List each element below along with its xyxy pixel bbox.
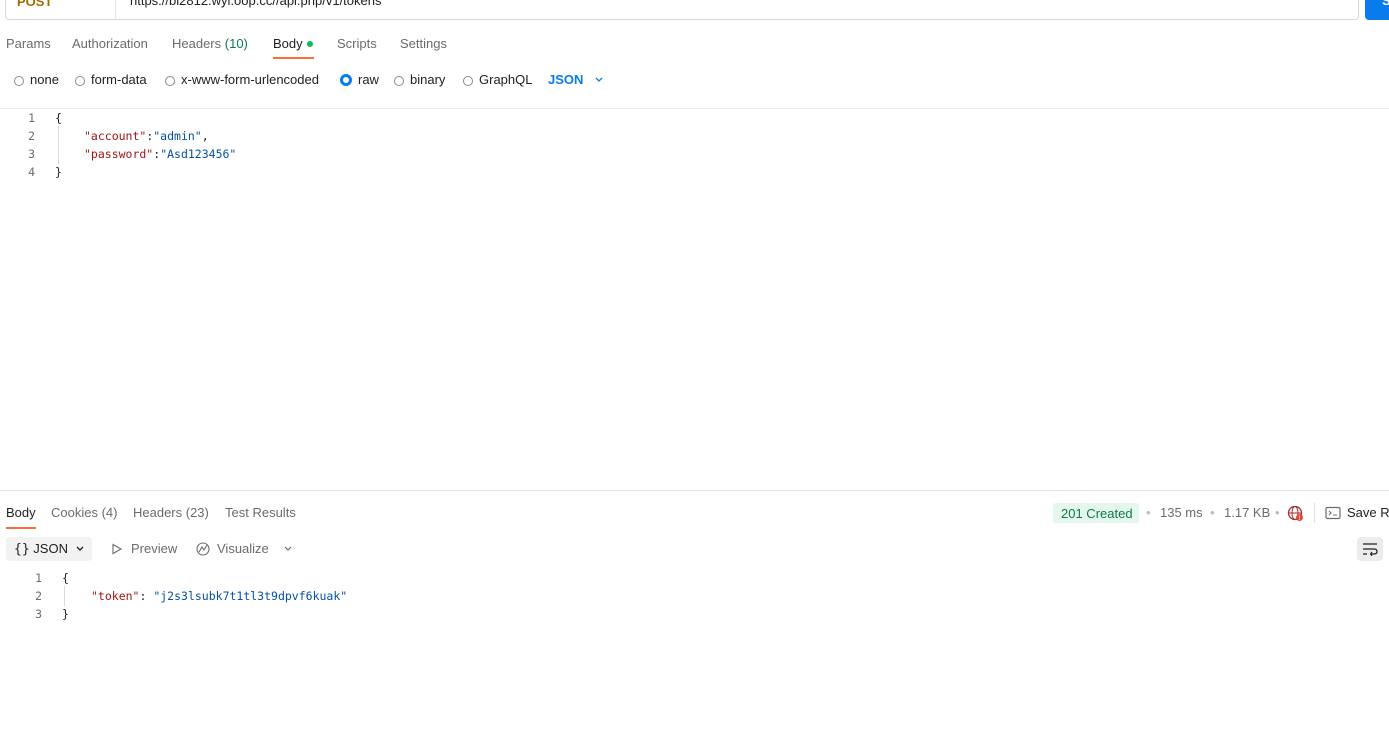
tab-headers-label: Headers	[172, 36, 222, 51]
response-tab-headers[interactable]: Headers (23)	[133, 505, 209, 520]
tab-params[interactable]: Params	[6, 36, 51, 51]
send-button[interactable]: S	[1365, 0, 1389, 20]
chevron-down-icon[interactable]	[283, 544, 293, 554]
radio-icon	[165, 76, 175, 86]
visualize-icon	[196, 542, 210, 556]
json-value: "j2s3lsubk7t1tl3t9dpvf6kuak"	[153, 589, 348, 603]
network-globe-icon[interactable]: !	[1287, 505, 1304, 522]
body-format-select[interactable]: JSON	[548, 72, 583, 87]
indent-guide	[58, 126, 59, 164]
radio-form-data[interactable]: form-data	[75, 72, 147, 87]
radio-urlencoded[interactable]: x-www-form-urlencoded	[165, 72, 319, 87]
url-input[interactable]: https://bl2812.wyl.oop.cc//api.php/v1/to…	[130, 0, 382, 8]
line-number: 1	[35, 571, 42, 585]
radio-form-data-label: form-data	[91, 72, 147, 87]
save-response-icon[interactable]	[1325, 506, 1341, 520]
indent-guide	[64, 586, 65, 606]
svg-text:!: !	[1298, 515, 1300, 522]
preview-button[interactable]: Preview	[131, 541, 177, 556]
status-text: 201 Created	[1061, 506, 1133, 521]
response-time[interactable]: 135 ms	[1160, 505, 1203, 520]
tab-authorization[interactable]: Authorization	[72, 36, 148, 51]
response-tab-body[interactable]: Body	[6, 505, 36, 520]
radio-icon	[394, 76, 404, 86]
response-tab-cookies[interactable]: Cookies (4)	[51, 505, 117, 520]
code-line[interactable]: "account":"admin",	[84, 129, 209, 143]
divider	[1314, 503, 1315, 523]
wrap-lines-button[interactable]	[1357, 537, 1383, 561]
code-brace: }	[55, 165, 62, 179]
tab-settings[interactable]: Settings	[400, 36, 447, 51]
active-tab-indicator	[6, 527, 36, 529]
modified-dot-icon	[306, 41, 313, 47]
send-label: S	[1382, 0, 1389, 8]
line-number: 3	[35, 607, 42, 621]
method-select[interactable]: POST	[17, 0, 52, 9]
divider	[0, 108, 1389, 109]
chevron-down-icon[interactable]	[594, 75, 604, 85]
radio-graphql[interactable]: GraphQL	[463, 72, 532, 87]
tab-body[interactable]: Body	[273, 36, 313, 51]
line-number: 3	[28, 147, 35, 161]
chevron-down-icon	[76, 546, 84, 551]
json-key: "account"	[84, 129, 147, 143]
visualize-button[interactable]: Visualize	[217, 541, 269, 556]
code-line[interactable]: "password":"Asd123456"	[84, 147, 236, 161]
code-line[interactable]: "token": "j2s3lsubk7t1tl3t9dpvf6kuak"	[91, 589, 347, 603]
response-tab-test-results[interactable]: Test Results	[225, 505, 296, 520]
radio-binary[interactable]: binary	[394, 72, 445, 87]
separator-dot: •	[1275, 505, 1280, 520]
json-value: "admin"	[153, 129, 202, 143]
radio-raw-label: raw	[358, 72, 379, 87]
radio-icon	[75, 76, 85, 86]
save-response-button[interactable]: Save Re	[1347, 505, 1389, 520]
radio-raw[interactable]: raw	[340, 72, 379, 87]
radio-binary-label: binary	[410, 72, 446, 87]
pane-splitter[interactable]	[0, 490, 1389, 491]
line-number: 4	[28, 165, 35, 179]
response-format-select[interactable]: {} JSON	[6, 537, 92, 561]
tab-headers[interactable]: Headers (10)	[172, 36, 248, 51]
radio-icon	[14, 76, 24, 86]
code-brace: {	[62, 571, 69, 585]
status-badge[interactable]: 201 Created	[1053, 503, 1139, 523]
line-number: 2	[35, 589, 42, 603]
play-icon	[112, 543, 123, 555]
code-brace: {	[55, 111, 62, 125]
separator-dot: •	[1146, 505, 1151, 520]
braces-icon: {}	[14, 542, 30, 557]
json-key: "password"	[84, 147, 154, 161]
url-divider	[115, 0, 116, 20]
radio-none[interactable]: none	[14, 72, 59, 87]
tab-headers-count: (10)	[224, 36, 248, 51]
wrap-lines-icon	[1363, 543, 1378, 556]
tab-scripts[interactable]: Scripts	[337, 36, 377, 51]
radio-graphql-label: GraphQL	[479, 72, 533, 87]
json-key: "token"	[91, 589, 140, 603]
separator-dot: •	[1210, 505, 1215, 520]
response-size[interactable]: 1.17 KB	[1224, 505, 1270, 520]
code-brace: }	[62, 607, 69, 621]
tab-body-label: Body	[273, 36, 303, 51]
line-number: 1	[28, 111, 35, 125]
format-label: {} JSON	[14, 541, 68, 557]
line-number: 2	[28, 129, 35, 143]
radio-none-label: none	[30, 72, 59, 87]
radio-icon	[463, 76, 473, 86]
radio-urlencoded-label: x-www-form-urlencoded	[181, 72, 319, 87]
active-tab-indicator	[273, 57, 314, 59]
json-value: "Asd123456"	[160, 147, 237, 161]
radio-checked-icon	[340, 74, 352, 86]
